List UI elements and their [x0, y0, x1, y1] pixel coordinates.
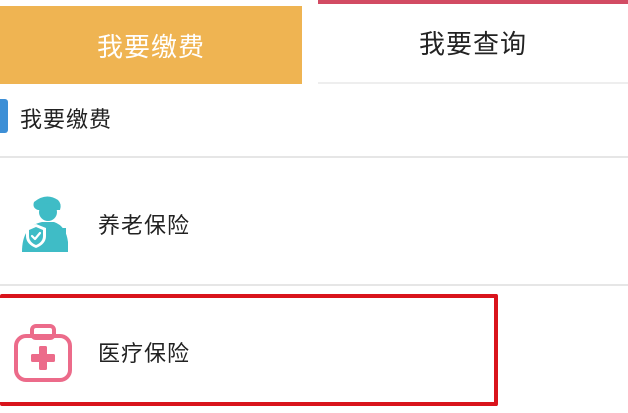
section-title: 我要缴费 — [20, 108, 113, 133]
tab-bar: 我要缴费 我要查询 — [0, 0, 628, 84]
list-item-label: 养老保险 — [98, 214, 191, 239]
tab-query-label: 我要查询 — [418, 29, 527, 60]
section-header: 我要缴费 — [0, 84, 628, 156]
tab-pay-label: 我要缴费 — [96, 32, 205, 63]
elderly-person-icon — [22, 196, 68, 252]
tab-pay[interactable]: 我要缴费 — [0, 6, 302, 84]
highlight-annotation-box — [0, 294, 498, 406]
section-marker-icon — [0, 99, 8, 133]
tab-query[interactable]: 我要查询 — [318, 0, 628, 84]
list-item-pension-insurance[interactable]: 养老保险 — [0, 158, 628, 284]
